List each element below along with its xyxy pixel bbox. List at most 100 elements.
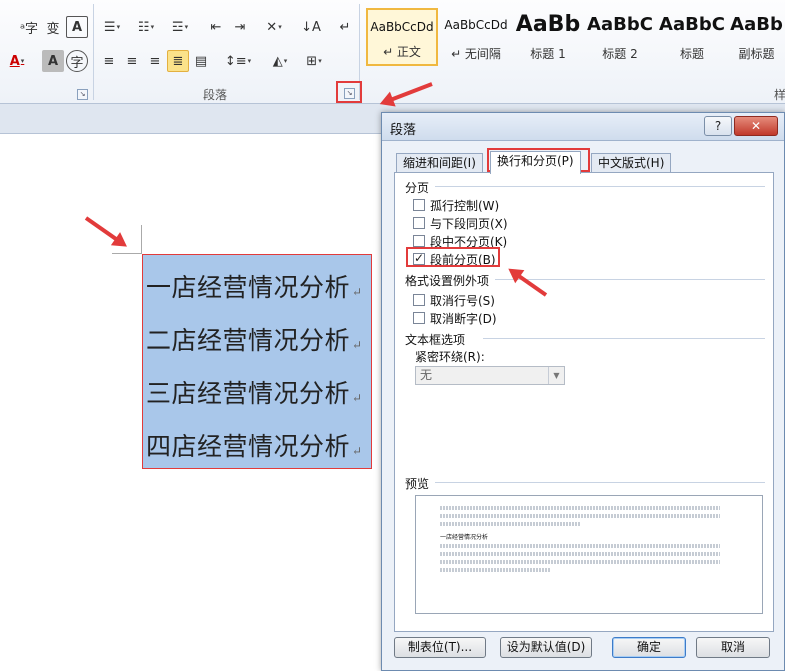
style-normal[interactable]: AaBbCcDd ↵ 正文 xyxy=(366,8,438,66)
widow-control-option[interactable]: 孤行控制(W) xyxy=(413,197,499,213)
tab-line-page-breaks[interactable]: 换行和分页(P) xyxy=(490,151,581,174)
style-title[interactable]: AaBbC 标题 xyxy=(656,8,728,66)
paragraph-mark: ↵ xyxy=(352,285,363,299)
align-center-icon[interactable]: ≡ xyxy=(121,50,143,72)
style-heading-1[interactable]: AaBb 标题 1 xyxy=(512,8,584,66)
tab-asian-typography[interactable]: 中文版式(H) xyxy=(591,153,672,173)
paragraph-dialog: 段落 ? ✕ 缩进和间距(I) 换行和分页(P) 中文版式(H) 分页 孤行控制… xyxy=(381,112,785,671)
styles-gallery: AaBbCcDd ↵ 正文 AaBbCcDd ↵ 无间隔 AaBb 标题 1 A… xyxy=(366,6,785,68)
select-value: 无 xyxy=(420,368,433,382)
distributed-icon[interactable]: ▤ xyxy=(190,50,212,72)
style-subtitle[interactable]: AaBb 副标题 xyxy=(728,8,785,66)
enclose-character-icon[interactable]: 字 xyxy=(66,50,88,72)
font-color-icon[interactable]: A ▾ xyxy=(6,50,28,72)
preview-line xyxy=(440,568,550,572)
doc-paragraph-text: 二店经营情况分析 xyxy=(146,326,351,355)
align-left-icon[interactable]: ≡ xyxy=(98,50,120,72)
style-preview: AaBb xyxy=(730,14,783,35)
styles-group-label-partial: 样 xyxy=(774,88,785,102)
chinese-layout-icon[interactable]: ✕ ▾ xyxy=(260,16,288,38)
doc-paragraph-text: 一店经营情况分析 xyxy=(146,273,351,302)
section-pagination: 分页 xyxy=(405,181,430,195)
numbering-icon[interactable]: ☷ ▾ xyxy=(132,16,160,38)
tight-wrap-select[interactable]: 无 ▼ xyxy=(415,366,565,385)
style-name: ↵ 无间隔 xyxy=(451,47,501,61)
divider xyxy=(495,279,765,280)
doc-paragraph[interactable]: 二店经营情况分析 ↵ xyxy=(146,321,363,357)
character-border-wen-icon[interactable]: 变 xyxy=(42,16,64,38)
line-spacing-icon[interactable]: ↕≡ ▾ xyxy=(224,50,252,72)
borders-icon[interactable]: ⊞ ▾ xyxy=(300,50,328,72)
checkbox-label: 取消行号(S) xyxy=(430,293,495,308)
style-no-spacing[interactable]: AaBbCcDd ↵ 无间隔 xyxy=(440,8,512,66)
group-separator xyxy=(93,4,94,100)
style-preview: AaBbC xyxy=(659,14,725,35)
checkbox[interactable] xyxy=(413,217,425,229)
chevron-down-icon: ▼ xyxy=(548,367,564,384)
preview-box: 一店经营情况分析 xyxy=(415,495,763,614)
doc-paragraph[interactable]: 一店经营情况分析 ↵ xyxy=(146,268,363,304)
shading-icon[interactable]: ◭ ▾ xyxy=(266,50,294,72)
style-name: ↵ 正文 xyxy=(383,45,421,59)
checkbox[interactable] xyxy=(413,235,425,247)
margin-mark xyxy=(112,253,142,254)
decrease-indent-icon[interactable]: ⇤ xyxy=(205,16,227,38)
section-textbox: 文本框选项 xyxy=(405,333,466,347)
bullets-icon[interactable]: ☰ ▾ xyxy=(98,16,126,38)
style-preview: AaBbCcDd xyxy=(370,20,434,34)
dialog-titlebar[interactable]: 段落 ? ✕ xyxy=(382,113,784,141)
style-heading-2[interactable]: AaBbC 标题 2 xyxy=(584,8,656,66)
tab-panel: 分页 孤行控制(W) 与下段同页(X) 段中不分页(K) 段前分页(B) 格式设… xyxy=(394,172,774,632)
preview-sample-text: 一店经营情况分析 xyxy=(440,534,489,541)
preview-line xyxy=(440,514,720,518)
checkbox-label: 取消断字(D) xyxy=(430,311,497,326)
checkbox[interactable] xyxy=(413,312,425,324)
divider xyxy=(435,186,765,187)
doc-paragraph-text: 四店经营情况分析 xyxy=(146,432,351,461)
doc-paragraph-text: 三店经营情况分析 xyxy=(146,379,351,408)
style-preview: AaBbC xyxy=(587,14,653,35)
highlight-launcher xyxy=(336,81,362,103)
set-default-button[interactable]: 设为默认值(D) xyxy=(500,637,592,658)
justify-icon[interactable]: ≣ xyxy=(167,50,189,72)
phonetic-guide-icon[interactable]: ᵃ字 xyxy=(18,16,40,38)
preview-line xyxy=(440,544,720,548)
suppress-line-numbers-option[interactable]: 取消行号(S) xyxy=(413,292,495,308)
dialog-title: 段落 xyxy=(390,123,417,138)
tight-wrap-label: 紧密环绕(R): xyxy=(415,350,485,364)
dont-hyphenate-option[interactable]: 取消断字(D) xyxy=(413,310,497,326)
style-name: 标题 2 xyxy=(602,47,638,61)
paragraph-mark: ↵ xyxy=(352,338,363,352)
doc-paragraph[interactable]: 三店经营情况分析 ↵ xyxy=(146,374,363,410)
paragraph-mark: ↵ xyxy=(352,444,363,458)
cancel-button[interactable]: 取消 xyxy=(696,637,770,658)
highlight-page-break-option xyxy=(406,247,500,267)
divider xyxy=(483,338,765,339)
character-border-icon[interactable]: A xyxy=(66,16,88,38)
preview-line xyxy=(440,560,720,564)
close-button[interactable]: ✕ xyxy=(734,116,778,136)
ok-button[interactable]: 确定 xyxy=(612,637,686,658)
style-preview: AaBb xyxy=(515,12,581,37)
preview-line xyxy=(440,552,720,556)
help-button[interactable]: ? xyxy=(704,116,732,136)
show-marks-icon[interactable]: ↵ xyxy=(334,16,356,38)
paragraph-group-label: 段落 xyxy=(203,88,228,102)
tabs-button[interactable]: 制表位(T)... xyxy=(394,637,486,658)
doc-paragraph[interactable]: 四店经营情况分析 ↵ xyxy=(146,427,363,463)
preview-line xyxy=(440,506,720,510)
font-dialog-launcher-icon[interactable]: ↘ xyxy=(77,89,88,100)
sort-icon[interactable]: ↓A xyxy=(300,16,322,38)
style-name: 副标题 xyxy=(738,47,775,61)
keep-with-next-option[interactable]: 与下段同页(X) xyxy=(413,215,508,231)
checkbox[interactable] xyxy=(413,294,425,306)
divider xyxy=(435,482,765,483)
character-shading-icon[interactable]: A xyxy=(42,50,64,72)
preview-line xyxy=(440,522,580,526)
align-right-icon[interactable]: ≡ xyxy=(144,50,166,72)
tab-indents-spacing[interactable]: 缩进和间距(I) xyxy=(396,153,483,173)
increase-indent-icon[interactable]: ⇥ xyxy=(229,16,251,38)
multilevel-list-icon[interactable]: ☲ ▾ xyxy=(166,16,194,38)
checkbox[interactable] xyxy=(413,199,425,211)
checkbox-label: 与下段同页(X) xyxy=(430,216,508,231)
